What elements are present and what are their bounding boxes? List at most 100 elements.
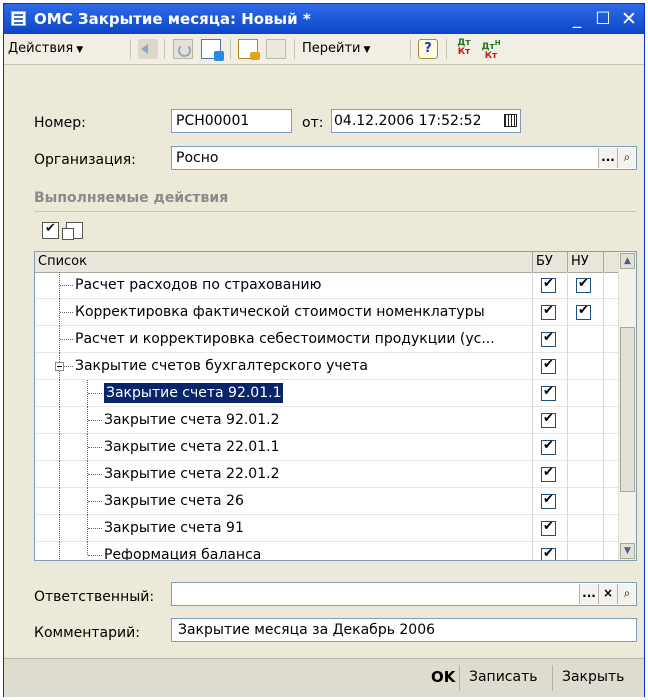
tree-line (59, 542, 60, 560)
row-label: Расчет расходов по страхованию (75, 277, 322, 293)
comment-label: Комментарий: (34, 625, 140, 641)
table-row[interactable]: Закрытие счета 26 (35, 488, 619, 515)
back-arrow-icon[interactable] (138, 39, 158, 59)
date-field[interactable]: 04.12.2006 17:52:52 (331, 109, 521, 133)
organization-field[interactable]: Росно ... ⌕ (171, 146, 637, 170)
dt-kt-tax-icon[interactable]: ДтН Кт (481, 39, 501, 61)
row-name-cell[interactable]: Закрытие счета 22.01.2 (35, 461, 533, 488)
title-bar[interactable]: ОМС Закрытие месяца: Новый * _ ☐ ✕ (4, 4, 644, 34)
nu-cell (568, 515, 604, 542)
row-name-cell[interactable]: Закрытие счетов бухгалтерского учета (35, 353, 533, 380)
bu-cell (533, 542, 568, 560)
bu-checkbox[interactable] (541, 492, 556, 509)
tree-line (59, 488, 60, 515)
bu-checkbox[interactable] (541, 357, 556, 374)
column-header-list[interactable]: Список (35, 252, 533, 272)
window-title: ОМС Закрытие месяца: Новый * (34, 10, 311, 28)
bu-checkbox[interactable] (541, 276, 556, 293)
table-header: Список БУ НУ (35, 252, 619, 273)
table-row[interactable]: Закрытие счета 92.01.1 (35, 380, 619, 407)
table-row[interactable]: Корректировка фактической стоимости номе… (35, 299, 619, 326)
open-icon[interactable]: ⌕ (617, 148, 636, 168)
unpost-document-icon[interactable] (266, 39, 286, 59)
ok-button[interactable]: OK (431, 665, 455, 690)
post-document-icon[interactable] (238, 39, 260, 60)
bu-cell (533, 461, 568, 488)
select-button[interactable]: ... (598, 148, 617, 168)
close-button[interactable]: Закрыть (562, 665, 624, 690)
nu-cell (568, 272, 604, 299)
refresh-icon[interactable] (173, 39, 193, 59)
row-name-cell[interactable]: Расчет расходов по страхованию (35, 272, 533, 299)
tree-line (64, 366, 73, 367)
nu-checkbox[interactable] (576, 276, 591, 293)
minimize-button[interactable]: _ (566, 8, 588, 30)
check-all-icon[interactable] (38, 221, 59, 240)
bu-checkbox[interactable] (541, 465, 556, 482)
row-name-cell[interactable]: Закрытие счета 91 (35, 515, 533, 542)
calendar-icon[interactable] (504, 114, 517, 127)
scroll-down-button[interactable]: ▼ (620, 543, 635, 559)
collapse-icon[interactable] (55, 362, 64, 371)
number-field[interactable]: РСН00001 (171, 109, 292, 133)
document-movements-icon[interactable] (201, 39, 224, 61)
actions-table[interactable]: Список БУ НУ Расчет расходов по страхова… (34, 251, 637, 561)
tree-line (59, 515, 60, 542)
chevron-down-icon: ▼ (363, 45, 371, 55)
toolbar-separator (446, 39, 447, 59)
help-icon[interactable]: ? (418, 39, 438, 59)
scroll-thumb[interactable] (620, 327, 635, 492)
row-label: Закрытие счета 92.01.2 (104, 412, 280, 428)
bu-checkbox[interactable] (541, 384, 556, 401)
bu-checkbox[interactable] (541, 546, 556, 560)
selected-row-label: Закрытие счета 92.01.1 (102, 382, 285, 404)
row-name-cell[interactable]: Расчет и корректировка себестоимости про… (35, 326, 533, 353)
row-label: Закрытие счетов бухгалтерского учета (75, 358, 369, 374)
open-icon[interactable]: ⌕ (617, 584, 636, 604)
table-row[interactable]: Закрытие счета 91 (35, 515, 619, 542)
table-row[interactable]: Закрытие счета 92.01.2 (35, 407, 619, 434)
close-window-button[interactable]: ✕ (618, 8, 640, 30)
row-name-cell[interactable]: Реформация баланса (35, 542, 533, 560)
nu-cell (568, 407, 604, 434)
dt-kt-icon[interactable]: Дт Кт (454, 39, 474, 59)
uncheck-all-icon[interactable] (62, 222, 83, 240)
table-row[interactable]: Закрытие счетов бухгалтерского учета (35, 353, 619, 380)
tree-line (88, 393, 102, 394)
actions-menu[interactable]: Действия ▼ (8, 38, 83, 60)
comment-field[interactable]: Закрытие месяца за Декабрь 2006 (171, 618, 637, 642)
row-name-cell[interactable]: Корректировка фактической стоимости номе… (35, 299, 533, 326)
bu-checkbox[interactable] (541, 438, 556, 455)
bottom-button-bar: OK Записать Закрыть (4, 658, 644, 697)
chevron-down-icon: ▼ (76, 45, 84, 55)
table-row[interactable]: Закрытие счета 22.01.1 (35, 434, 619, 461)
table-row[interactable]: Реформация баланса (35, 542, 619, 560)
maximize-button[interactable]: ☐ (592, 8, 614, 30)
table-row[interactable]: Расчет и корректировка себестоимости про… (35, 326, 619, 353)
column-header-nu[interactable]: НУ (568, 252, 604, 272)
bu-checkbox[interactable] (541, 519, 556, 536)
tree-line (88, 501, 102, 502)
dt-kt-tax-sup: Н (494, 39, 501, 47)
row-name-cell[interactable]: Закрытие счета 26 (35, 488, 533, 515)
bu-checkbox[interactable] (541, 303, 556, 320)
vertical-scrollbar[interactable]: ▲ ▼ (618, 252, 636, 560)
save-button[interactable]: Записать (469, 665, 538, 690)
bu-checkbox[interactable] (541, 411, 556, 428)
tree-line (88, 447, 102, 448)
bu-checkbox[interactable] (541, 330, 556, 347)
row-name-cell[interactable]: Закрытие счета 22.01.1 (35, 434, 533, 461)
clear-icon[interactable]: × (598, 584, 617, 604)
responsible-field[interactable]: ... × ⌕ (171, 582, 637, 606)
tree-line (59, 380, 60, 407)
table-row[interactable]: Закрытие счета 22.01.2 (35, 461, 619, 488)
scroll-up-button[interactable]: ▲ (620, 253, 635, 269)
column-header-bu[interactable]: БУ (533, 252, 568, 272)
goto-menu[interactable]: Перейти ▼ (302, 38, 370, 60)
nu-checkbox[interactable] (576, 303, 591, 320)
row-name-cell[interactable]: Закрытие счета 92.01.1 (35, 380, 533, 407)
row-name-cell[interactable]: Закрытие счета 92.01.2 (35, 407, 533, 434)
select-button[interactable]: ... (579, 584, 598, 604)
table-row[interactable]: Расчет расходов по страхованию (35, 272, 619, 299)
nu-cell (568, 326, 604, 353)
